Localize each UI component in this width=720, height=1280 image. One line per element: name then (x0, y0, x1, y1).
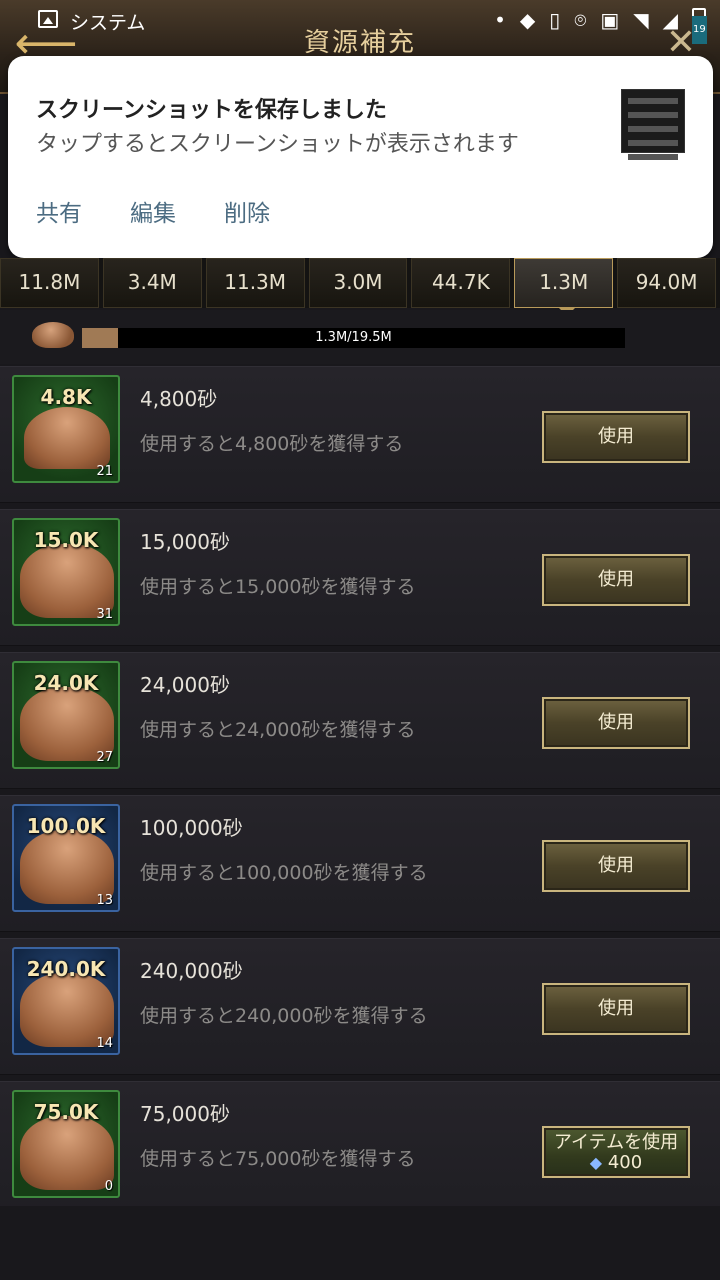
status-icons: • ◆ ▯ ⌾ ▣ ◥ ◢ 19 (494, 6, 707, 44)
item-description: 使用すると24,000砂を獲得する (140, 719, 416, 741)
item-amount-badge: 240.0K (26, 957, 106, 981)
item-amount-badge: 24.0K (33, 671, 99, 695)
use-button[interactable]: 使用 (542, 411, 690, 463)
sand-pile-icon (24, 407, 110, 469)
list-item: 75.0K 0 75,000砂 使用すると75,000砂を獲得する アイテムを使… (0, 1081, 720, 1218)
item-name: 240,000砂 (140, 959, 243, 983)
item-icon[interactable]: 100.0K 13 (12, 804, 120, 912)
screenshot-notification[interactable]: スクリーンショットを保存しました タップするとスクリーンショットが表示されます … (8, 56, 713, 258)
capacity-bar: 1.3M/19.5M (82, 328, 625, 348)
status-app-label: システム (70, 12, 146, 34)
item-icon[interactable]: 15.0K 31 (12, 518, 120, 626)
item-quantity: 0 (104, 1179, 113, 1194)
item-description: 使用すると15,000砂を獲得する (140, 576, 416, 598)
item-icon[interactable]: 75.0K 0 (12, 1090, 120, 1198)
item-amount-badge: 15.0K (33, 528, 99, 552)
capacity-row: 1.3M/19.5M (0, 310, 720, 364)
resource-tab-5[interactable]: 44.7K (411, 258, 511, 308)
signal-icon: ◢ (662, 8, 678, 32)
use-button[interactable]: 使用 (542, 554, 690, 606)
sand-pile-icon (32, 322, 74, 348)
use-item-gem-button[interactable]: アイテムを使用 ◆ 400 (542, 1126, 690, 1178)
item-name: 75,000砂 (140, 1102, 230, 1126)
item-quantity: 27 (96, 750, 113, 765)
edit-button[interactable]: 編集 (130, 194, 176, 228)
item-amount-badge: 4.8K (40, 385, 92, 409)
item-list: 4.8K 21 4,800砂 使用すると4,800砂を獲得する 使用 15.0K… (0, 366, 720, 1224)
diamond-icon: ◆ (589, 1153, 603, 1172)
use-item-label: アイテムを使用 (553, 1132, 679, 1153)
screenshot-thumbnail[interactable] (621, 89, 685, 160)
resource-tab-7[interactable]: 94.0M (617, 258, 717, 308)
item-name: 4,800砂 (140, 387, 218, 411)
screen-rotate-icon: ▯ (549, 8, 561, 32)
gem-cost: 400 (607, 1152, 643, 1173)
item-icon[interactable]: 24.0K 27 (12, 661, 120, 769)
list-item: 4.8K 21 4,800砂 使用すると4,800砂を獲得する 使用 (0, 366, 720, 503)
item-name: 24,000砂 (140, 673, 230, 697)
share-button[interactable]: 共有 (36, 194, 82, 228)
item-description: 使用すると240,000砂を獲得する (140, 1005, 428, 1027)
vibrate-icon: ▣ (600, 8, 620, 32)
notification-icon: ◆ (519, 8, 536, 32)
delete-button[interactable]: 削除 (224, 194, 270, 228)
resource-tab-3[interactable]: 11.3M (205, 258, 305, 308)
list-item: 15.0K 31 15,000砂 使用すると15,000砂を獲得する 使用 (0, 509, 720, 646)
use-button[interactable]: 使用 (542, 983, 690, 1035)
item-description: 使用すると75,000砂を獲得する (140, 1148, 416, 1170)
item-amount-badge: 75.0K (33, 1100, 99, 1124)
item-name: 100,000砂 (140, 816, 243, 840)
capacity-text: 1.3M/19.5M (315, 330, 392, 345)
resource-tab-1[interactable]: 11.8M (0, 258, 99, 308)
item-icon[interactable]: 240.0K 14 (12, 947, 120, 1055)
resource-tabs: 11.8M 3.4M 11.3M 3.0M 44.7K 1.3M 94.0M (0, 258, 720, 316)
notification-text: タップするとスクリーンショットが表示されます (36, 132, 519, 157)
item-quantity: 31 (96, 607, 113, 622)
location-icon: ⌾ (574, 8, 587, 32)
wifi-icon: ◥ (633, 8, 649, 32)
use-button[interactable]: 使用 (542, 840, 690, 892)
item-name: 15,000砂 (140, 530, 230, 554)
resource-tab-4[interactable]: 3.0M (308, 258, 408, 308)
item-quantity: 14 (96, 1036, 113, 1051)
item-description: 使用すると4,800砂を獲得する (140, 433, 404, 455)
item-quantity: 21 (96, 464, 113, 479)
list-item: 24.0K 27 24,000砂 使用すると24,000砂を獲得する 使用 (0, 652, 720, 789)
item-amount-badge: 100.0K (26, 814, 106, 838)
resource-tab-sand[interactable]: 1.3M (514, 258, 614, 316)
sand-pile-icon (20, 1116, 114, 1190)
image-icon (38, 10, 58, 28)
status-bar: システム • ◆ ▯ ⌾ ▣ ◥ ◢ 19 (0, 0, 720, 44)
battery-icon: 19 (692, 8, 707, 44)
notification-title: スクリーンショットを保存しました (36, 98, 387, 123)
use-button[interactable]: 使用 (542, 697, 690, 749)
item-quantity: 13 (96, 893, 113, 908)
list-item: 240.0K 14 240,000砂 使用すると240,000砂を獲得する 使用 (0, 938, 720, 1075)
item-description: 使用すると100,000砂を獲得する (140, 862, 428, 884)
list-item: 100.0K 13 100,000砂 使用すると100,000砂を獲得する 使用 (0, 795, 720, 932)
dot-icon: • (494, 8, 506, 32)
bottom-area (0, 1206, 720, 1280)
resource-tab-2[interactable]: 3.4M (102, 258, 202, 308)
item-icon[interactable]: 4.8K 21 (12, 375, 120, 483)
